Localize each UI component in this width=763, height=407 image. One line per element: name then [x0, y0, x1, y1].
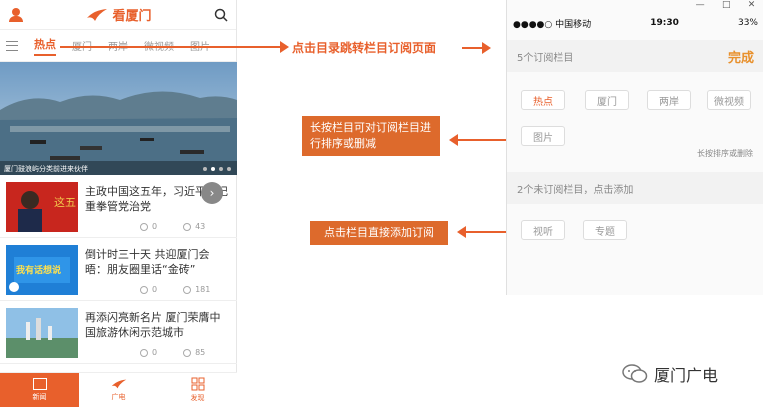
nav-discover-label: 发现	[190, 394, 205, 402]
battery: 33%	[737, 18, 758, 28]
sort-hint: 长按排序或删除	[697, 149, 753, 158]
annotation-middle: 长按栏目可对订阅栏目进行排序或删减	[302, 116, 440, 156]
news-meta: 0 181	[140, 285, 210, 294]
arrow-left-icon	[449, 134, 458, 146]
news-title: 倒计时三十天 共迎厦门会晤：朋友圈里话“金砖”	[85, 248, 210, 276]
comment-count: 0	[152, 348, 158, 357]
comment-icon	[140, 222, 148, 231]
left-phone-screen: 看厦门 热点 厦门 两岸 微视频 图片	[0, 0, 237, 407]
annotation-arrow-line	[458, 139, 508, 141]
view-count: 85	[195, 348, 206, 357]
hero-banner[interactable]: 厦门鼓浪屿分类前进来伙伴	[0, 62, 237, 175]
chip-subscribed[interactable]: 图片	[521, 126, 565, 146]
wechat-watermark: 厦门广电	[622, 362, 718, 386]
annotation-top: 点击目录跳转栏目订阅页面	[292, 41, 437, 55]
maximize-button[interactable]: □	[722, 0, 731, 12]
arrow-right-icon	[482, 42, 491, 54]
minimize-button[interactable]: —	[696, 0, 705, 12]
arrow-left-icon	[457, 226, 466, 238]
view-icon	[183, 222, 192, 231]
annotation-arrow-line	[462, 47, 484, 49]
broadcast-icon	[111, 379, 126, 389]
right-phone-screen: — □ ✕ ●●●●○ 中国移动 19:30 33% 5个订阅栏目 完成 热点 …	[506, 0, 763, 295]
news-item[interactable]: 这五 主政中国这五年，习近平三记重拳管党治党 › 0 43	[0, 176, 237, 238]
view-icon	[183, 285, 192, 294]
news-thumbnail	[6, 308, 78, 358]
view-count: 181	[195, 285, 211, 294]
done-button[interactable]: 完成	[728, 47, 754, 66]
top-bar: 看厦门	[0, 0, 236, 30]
news-thumbnail: 这五	[6, 182, 78, 232]
news-meta: 0 43	[140, 222, 205, 231]
news-meta: 0 85	[140, 348, 205, 357]
comment-icon	[140, 348, 148, 357]
view-icon	[183, 348, 192, 357]
subscribed-count: 5个订阅栏目	[517, 52, 574, 64]
view-count: 43	[195, 222, 206, 231]
chip-unsubscribed[interactable]: 专题	[583, 220, 627, 240]
grid-icon	[191, 377, 204, 391]
wechat-icon	[622, 364, 648, 383]
carousel-dots	[203, 167, 231, 171]
unsubscribed-header: 2个未订阅栏目，点击添加	[507, 172, 763, 204]
carrier: ●●●●○ 中国移动	[513, 19, 592, 30]
brand: 看厦门	[86, 5, 152, 24]
close-button[interactable]: ✕	[748, 0, 756, 12]
nav-broadcast-label: 广电	[111, 393, 126, 401]
news-title: 再添闪亮新名片 厦门荣膺中国旅游休闲示范城市	[85, 311, 221, 339]
bottom-nav: 新闻 广电 发现	[0, 372, 237, 407]
chip-unsubscribed[interactable]: 视听	[521, 220, 565, 240]
hero-caption: 厦门鼓浪屿分类前进来伙伴	[0, 161, 237, 175]
nav-news[interactable]: 新闻	[0, 373, 79, 407]
comment-count: 0	[152, 285, 158, 294]
subscribed-header: 5个订阅栏目 完成	[507, 40, 763, 72]
arrow-right-icon	[280, 41, 289, 53]
watermark-text: 厦门广电	[654, 366, 719, 385]
news-icon	[32, 378, 47, 390]
chip-subscribed[interactable]: 两岸	[647, 90, 691, 110]
unsubscribed-count: 2个未订阅栏目，点击添加	[517, 184, 634, 196]
comment-icon	[140, 285, 148, 294]
logo-icon	[87, 8, 108, 21]
comment-count: 0	[152, 222, 158, 231]
annotation-arrow-line	[60, 46, 282, 48]
chip-subscribed[interactable]: 厦门	[585, 90, 629, 110]
thumb-text: 我有话想说	[16, 266, 62, 276]
chip-subscribed[interactable]: 热点	[521, 90, 565, 110]
tab-hot[interactable]: 热点	[34, 36, 56, 56]
user-icon[interactable]	[8, 7, 24, 23]
clock: 19:30	[650, 18, 679, 28]
nav-discover[interactable]: 发现	[158, 373, 237, 407]
nav-broadcast[interactable]: 广电	[79, 373, 158, 407]
window-controls: — □ ✕	[687, 0, 763, 12]
menu-icon[interactable]	[6, 40, 18, 51]
nav-news-label: 新闻	[32, 393, 47, 401]
annotation-bottom: 点击栏目直接添加订阅	[310, 221, 448, 245]
svg-text:这五: 这五	[54, 195, 76, 209]
hero-image	[0, 62, 237, 175]
chip-subscribed[interactable]: 微视频	[707, 90, 751, 110]
next-arrow-icon[interactable]: ›	[201, 182, 223, 204]
news-item[interactable]: 再添闪亮新名片 厦门荣膺中国旅游休闲示范城市 0 85	[0, 302, 237, 364]
brand-title: 看厦门	[112, 9, 152, 24]
status-bar: ●●●●○ 中国移动 19:30 33%	[507, 14, 763, 32]
search-icon[interactable]	[214, 8, 228, 22]
news-item[interactable]: 我有话想说 倒计时三十天 共迎厦门会晤：朋友圈里话“金砖” 0 181	[0, 239, 237, 301]
